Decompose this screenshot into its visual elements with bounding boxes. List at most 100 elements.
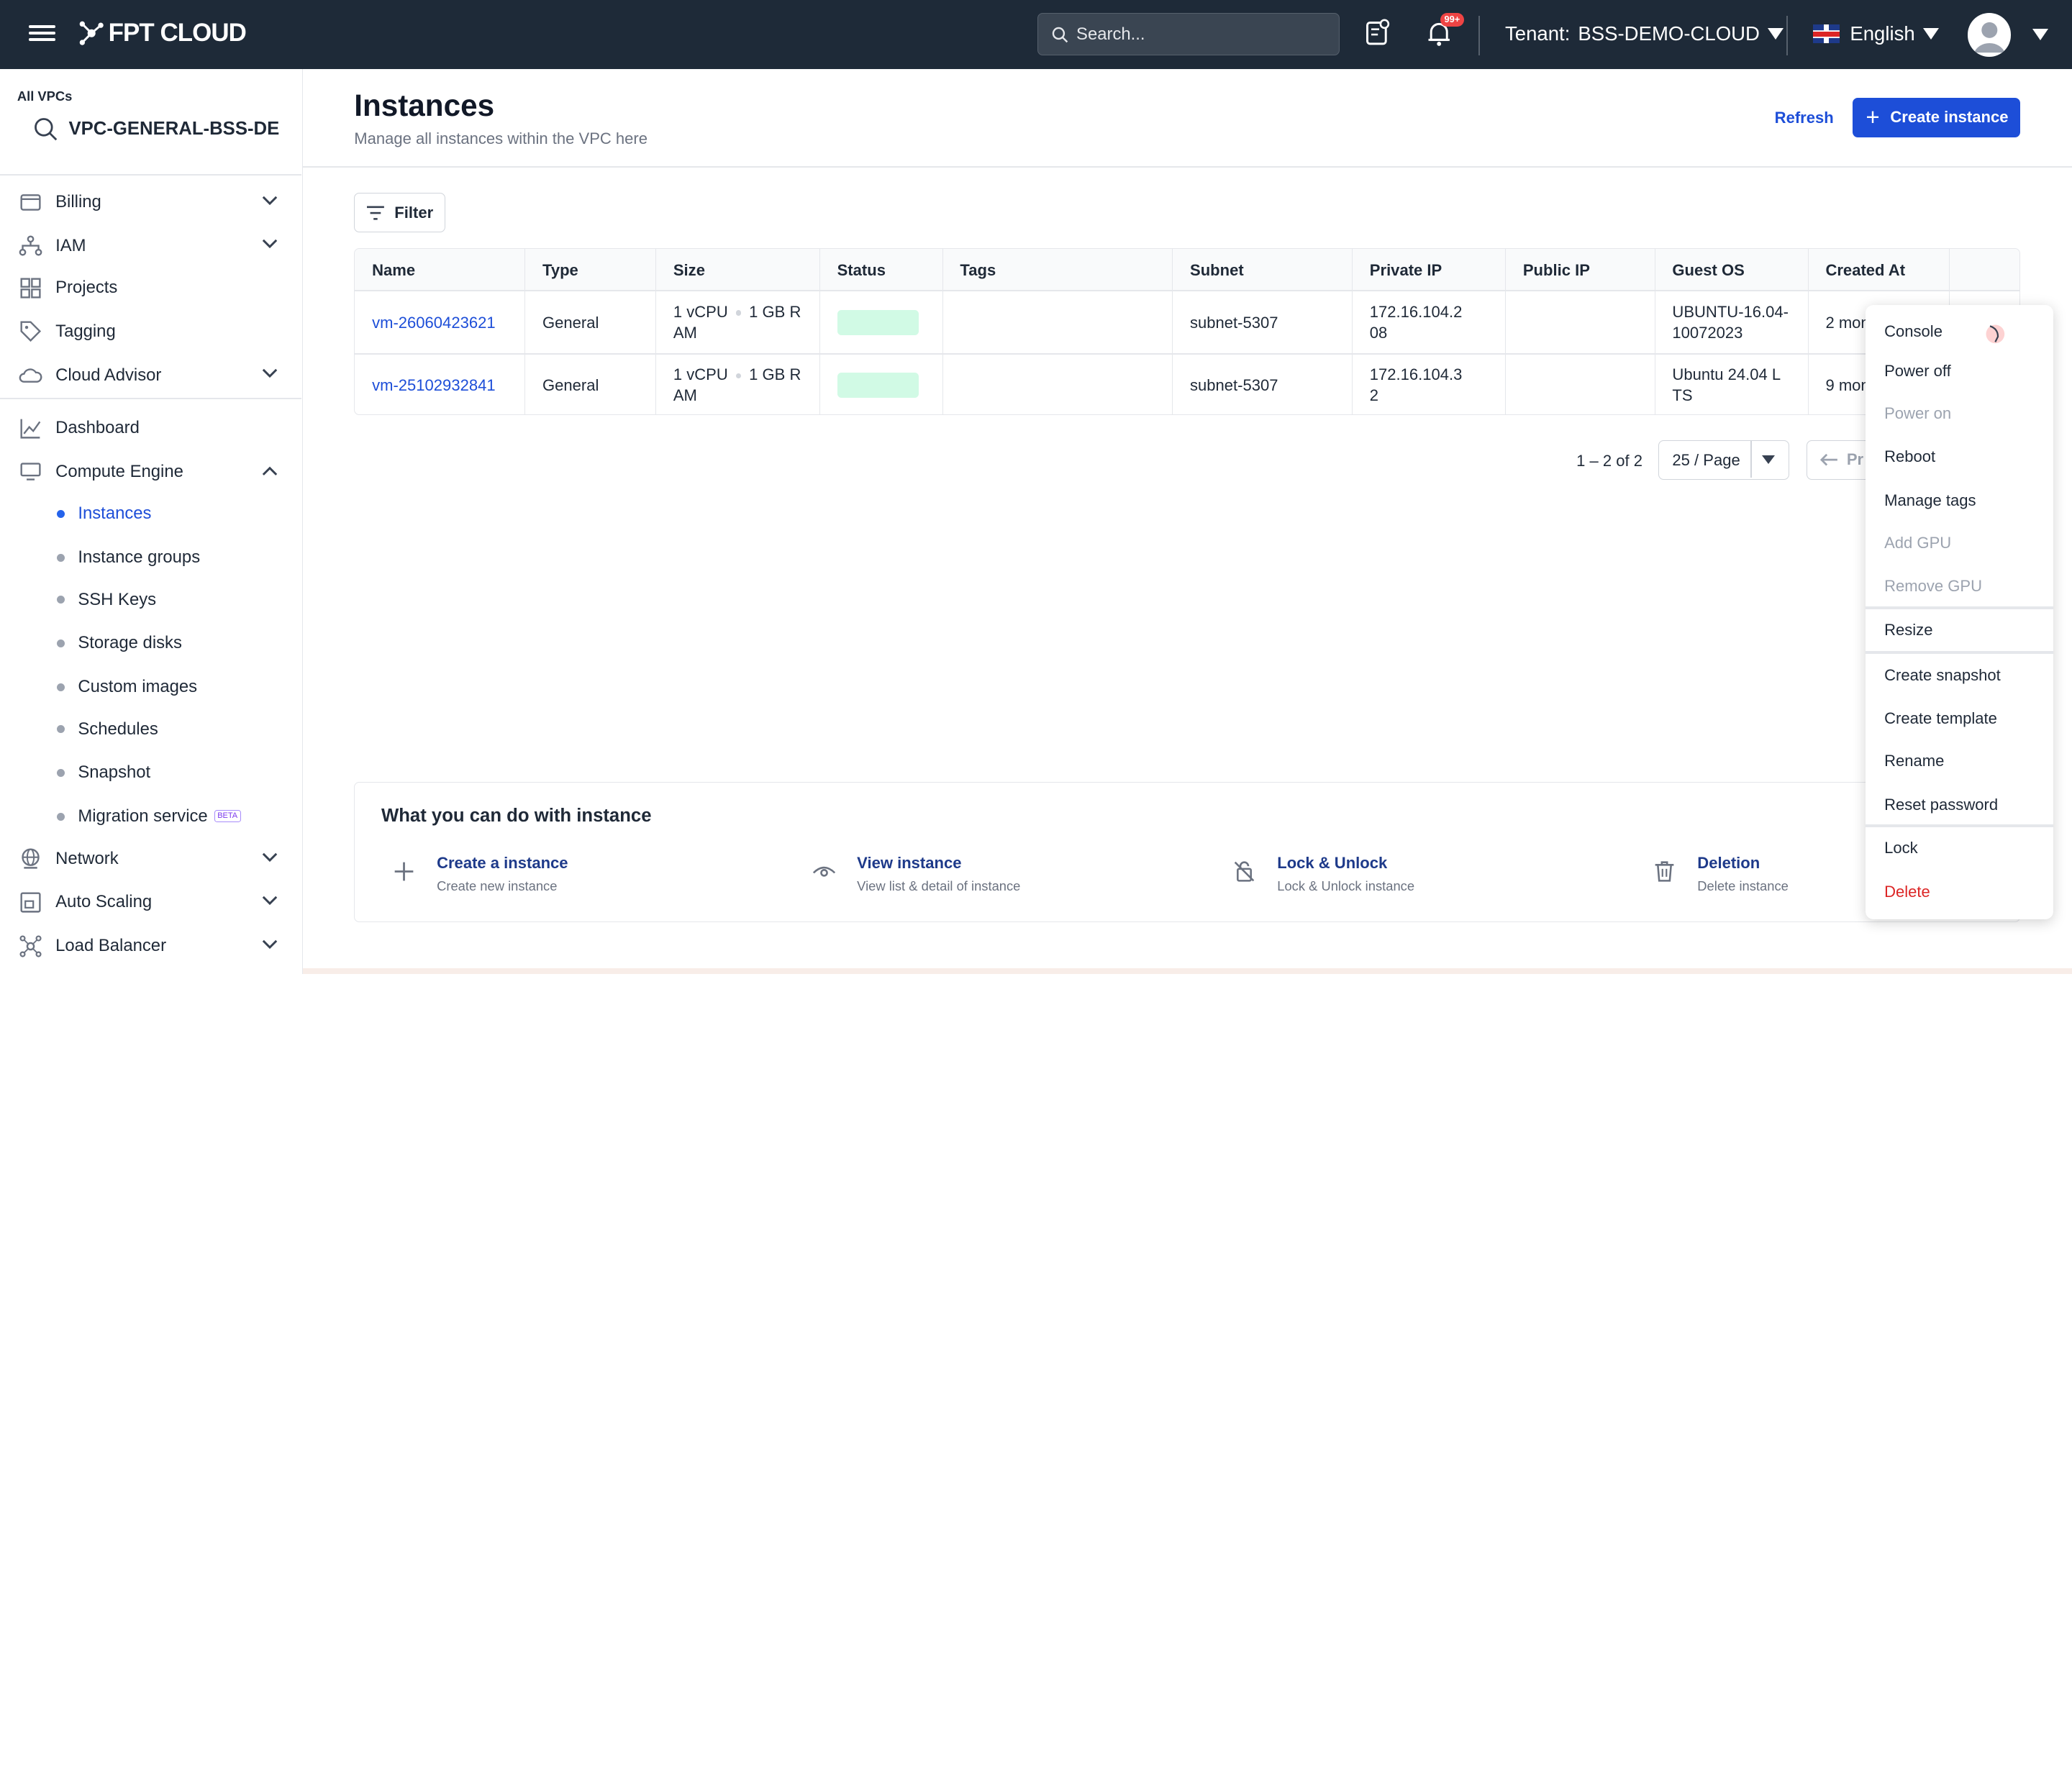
divider: [1786, 16, 1789, 56]
menu-item-create-template[interactable]: Create template: [1866, 699, 2053, 739]
filter-button[interactable]: Filter: [354, 193, 445, 233]
search-icon: [34, 117, 58, 140]
account-caret-icon[interactable]: [2032, 29, 2048, 40]
sidebar-item-custom-images[interactable]: Custom images: [0, 668, 301, 705]
orders-icon[interactable]: [1363, 19, 1395, 50]
sidebar-item-load-balancer[interactable]: Load Balancer: [0, 927, 301, 966]
menu-divider: [1866, 606, 2054, 609]
sidebar-item-schedules[interactable]: Schedules: [0, 711, 301, 747]
sidebar-item-storage-disks[interactable]: Storage disks: [0, 625, 301, 662]
view-instance-action[interactable]: View instance View list & detail of inst…: [801, 852, 1171, 904]
menu-item-delete[interactable]: Delete: [1866, 872, 2053, 911]
search-input[interactable]: Search...: [1037, 13, 1340, 56]
menu-item-power-off[interactable]: Power off: [1866, 352, 2053, 391]
top-bar: FPT CLOUD Search... 99+ Tenant: BSS-DEMO…: [0, 0, 2072, 69]
refresh-button[interactable]: Refresh: [1775, 109, 1834, 127]
beta-badge: BETA: [214, 809, 241, 822]
column-header-private-ip[interactable]: Private IP: [1352, 249, 1506, 292]
sidebar-item-migration-service[interactable]: Migration service BETA: [0, 798, 301, 834]
sidebar-item-ssh-keys[interactable]: SSH Keys: [0, 581, 301, 618]
instance-name-link[interactable]: vm-25102932841: [372, 375, 496, 396]
column-header-size[interactable]: Size: [655, 249, 820, 292]
column-header-created-at[interactable]: Created At: [1808, 249, 1950, 292]
chevron-down-icon: [262, 896, 277, 906]
instance-subnet: subnet-5307: [1190, 375, 1278, 394]
instance-subnet: subnet-5307: [1190, 313, 1278, 332]
sidebar-sub-label: Schedules: [78, 719, 158, 739]
uk-flag-icon: [1812, 24, 1840, 44]
column-header-tags[interactable]: Tags: [942, 249, 1173, 292]
wallet-icon: [20, 194, 41, 211]
sidebar-item-compute-engine[interactable]: Compute Engine: [0, 452, 301, 491]
instance-cpu: 1 vCPU: [673, 365, 728, 384]
instance-guest-os: UBUNTU-16.04-: [1672, 302, 1789, 321]
sidebar-item-snapshot[interactable]: Snapshot: [0, 755, 301, 791]
page-size-select[interactable]: 25 / Page: [1658, 440, 1789, 480]
bullet: [56, 768, 65, 777]
column-header-type[interactable]: Type: [525, 249, 656, 292]
pagination-range: 1 – 2 of 2: [1576, 452, 1643, 470]
sidebar-item-label: Network: [55, 848, 119, 868]
notification-bell-icon[interactable]: 99+: [1424, 13, 1464, 50]
monitor-icon: [20, 463, 41, 481]
lock-unlock-action[interactable]: Lock & Unlock Lock & Unlock instance: [1222, 852, 1591, 904]
sidebar-item-projects[interactable]: Projects: [0, 268, 301, 308]
sidebar-item-label: Billing: [55, 192, 101, 211]
sidebar-item-network[interactable]: Network: [0, 839, 301, 878]
mouse-cursor-icon: [1986, 324, 2005, 344]
sidebar-item-instance-groups[interactable]: Instance groups: [0, 539, 301, 575]
column-header-public-ip[interactable]: Public IP: [1505, 249, 1655, 292]
sidebar-item-dashboard[interactable]: Dashboard: [0, 409, 301, 448]
menu-item-console[interactable]: Console: [1866, 311, 2053, 351]
sidebar-sub-label: SSH Keys: [78, 589, 157, 609]
create-instance-button[interactable]: + Create instance: [1853, 97, 2021, 137]
menu-icon[interactable]: [29, 21, 56, 47]
language-selector[interactable]: English: [1812, 22, 1939, 45]
tenant-selector[interactable]: Tenant: BSS-DEMO-CLOUD: [1505, 22, 1784, 45]
plus-icon: [394, 862, 413, 881]
main-content: Instances Manage all instances within th…: [302, 69, 2072, 974]
sidebar-item-label: Auto Scaling: [55, 892, 153, 912]
search-icon: [1052, 27, 1068, 43]
menu-item-reset-password[interactable]: Reset password: [1866, 785, 2053, 824]
create-instance-label: Create instance: [1890, 108, 2009, 127]
action-desc: Delete instance: [1697, 878, 1789, 893]
menu-item-remove-gpu: Remove GPU: [1884, 577, 1983, 596]
menu-item-reboot[interactable]: Reboot: [1866, 437, 2053, 477]
column-header-subnet[interactable]: Subnet: [1173, 249, 1353, 292]
instances-table: Name Type Size Status Tags Subnet Privat…: [354, 248, 2021, 415]
instance-private-ip-wrap: 2: [1369, 386, 1379, 405]
menu-item-manage-tags[interactable]: Manage tags: [1866, 481, 2053, 521]
create-instance-action[interactable]: Create a instance Create new instance: [381, 852, 751, 904]
menu-divider: [1866, 824, 2054, 827]
sidebar-item-instances[interactable]: Instances: [0, 496, 301, 532]
menu-item-lock[interactable]: Lock: [1866, 829, 2053, 868]
page-size-value: 25 / Page: [1672, 451, 1740, 470]
org-chart-icon: [19, 235, 42, 256]
trash-icon: [1655, 861, 1674, 882]
menu-item-rename[interactable]: Rename: [1866, 741, 2053, 780]
column-header-guest-os[interactable]: Guest OS: [1655, 249, 1809, 292]
column-header-name[interactable]: Name: [355, 249, 526, 292]
tenant-label: Tenant:: [1505, 22, 1571, 45]
sidebar-item-iam[interactable]: IAM: [0, 226, 301, 265]
chevron-down-icon: [262, 240, 277, 249]
sidebar-item-billing[interactable]: Billing: [0, 182, 301, 222]
vpc-selector[interactable]: VPC-GENERAL-BSS-DE: [33, 117, 279, 142]
notification-badge: 99+: [1440, 13, 1464, 27]
sidebar-item-auto-scaling[interactable]: Auto Scaling: [0, 883, 301, 922]
eye-icon: [812, 866, 835, 877]
menu-item-create-snapshot[interactable]: Create snapshot: [1866, 655, 2053, 695]
user-avatar[interactable]: [1967, 13, 2012, 57]
instance-name-link[interactable]: vm-26060423621: [372, 312, 496, 333]
fpt-cloud-logo[interactable]: FPT CLOUD: [77, 19, 247, 47]
actions-panel-title: What you can do with instance: [381, 805, 652, 826]
action-title: Create a instance: [437, 854, 568, 873]
sidebar-item-tagging[interactable]: Tagging: [0, 311, 301, 351]
column-header-status[interactable]: Status: [819, 249, 943, 292]
menu-item-resize[interactable]: Resize: [1866, 611, 2053, 650]
load-balancer-icon: [19, 934, 42, 957]
chevron-down-icon: [262, 369, 277, 378]
sidebar-item-cloud-advisor[interactable]: Cloud Advisor: [0, 355, 301, 395]
sidebar-item-label: Projects: [55, 278, 118, 298]
